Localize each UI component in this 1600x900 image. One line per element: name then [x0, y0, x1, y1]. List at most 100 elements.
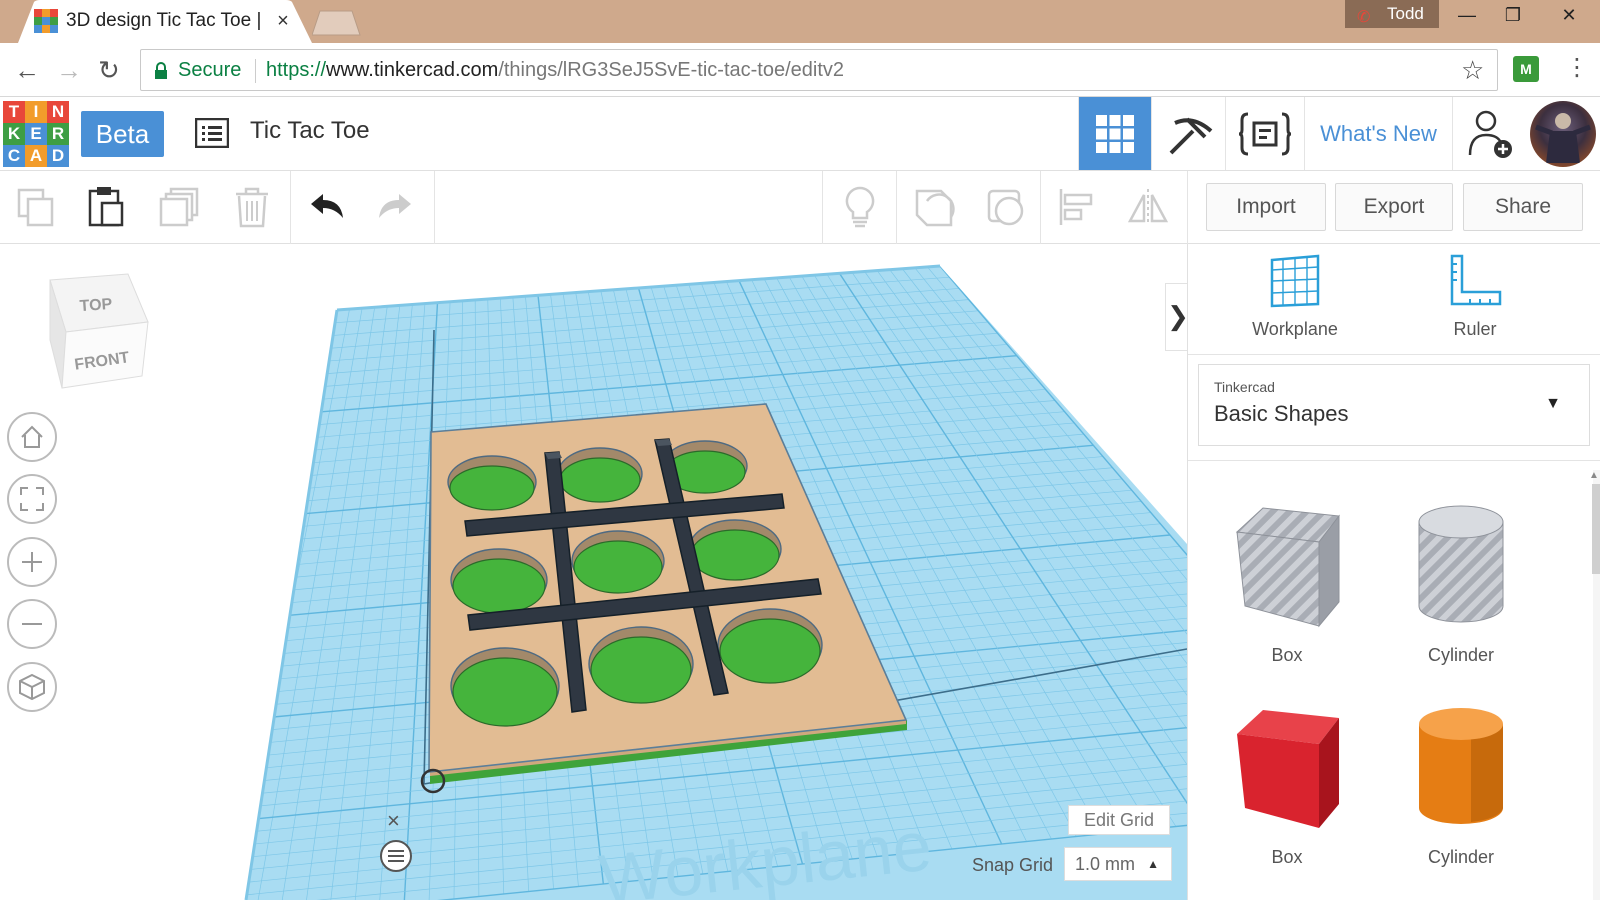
snap-grid-label: Snap Grid [972, 855, 1054, 875]
green-game-piece[interactable] [452, 657, 558, 727]
share-button[interactable]: Share [1463, 183, 1583, 231]
address-bar[interactable]: Secure https://www.tinkercad.com/things/… [140, 49, 1498, 91]
add-user-icon [1468, 110, 1512, 158]
import-button[interactable]: Import [1206, 183, 1326, 231]
snap-grid-select[interactable]: 1.0 mm ▲ [1064, 847, 1172, 881]
restore-icon[interactable]: ❐ [1490, 0, 1536, 30]
close-grid-controls-icon[interactable]: × [387, 808, 400, 834]
workplane-label: Workplane [1252, 319, 1338, 339]
mirror-icon[interactable] [1122, 181, 1174, 233]
redo-icon[interactable] [370, 181, 422, 233]
caret-up-icon: ▲ [1147, 857, 1159, 871]
toolbar-divider [1187, 171, 1188, 244]
green-game-piece[interactable] [690, 529, 780, 581]
tinkercad-logo[interactable]: TINKERCAD [3, 101, 69, 167]
solid-icon[interactable] [908, 181, 960, 233]
scroll-up-icon[interactable]: ▲ [1589, 470, 1599, 481]
url-path: /things/lRG3SeJ5SvE-tic-tac-toe/editv2 [498, 59, 845, 81]
cylinder-striped-icon [1418, 505, 1504, 623]
shape-library-select[interactable]: Tinkercad Basic Shapes ▼ [1198, 364, 1590, 446]
edit-toolbar: Import Export Share [0, 171, 1600, 244]
user-avatar[interactable] [1530, 101, 1596, 167]
panel-scroll-thumb[interactable] [1592, 484, 1600, 574]
workplane-tool[interactable]: Workplane [1235, 254, 1355, 340]
note-icon[interactable] [834, 181, 886, 233]
green-game-piece[interactable] [573, 540, 663, 594]
fit-icon [20, 487, 44, 511]
shape-label: Box [1271, 847, 1303, 867]
favicon-tile [42, 9, 50, 17]
logo-letter: N [47, 101, 69, 123]
forward-arrow-icon[interactable]: → [56, 56, 82, 84]
shape-cylinder-gray[interactable]: Cylinder [1381, 502, 1541, 666]
ruler-icon [1450, 254, 1502, 306]
toolbar-divider [822, 171, 823, 244]
favicon-tile [34, 25, 42, 33]
shape-cylinder-orange[interactable]: Cylinder [1381, 704, 1541, 868]
whats-new-link[interactable]: What's New [1304, 97, 1452, 170]
logo-letter: K [3, 123, 25, 145]
view-cube[interactable]: TOP FRONT [44, 270, 154, 396]
app-header: TINKERCAD Beta Tic Tac Toe What's New [0, 97, 1600, 171]
shape-label: Cylinder [1427, 847, 1495, 867]
view-cube-top-label: TOP [79, 296, 113, 315]
bricks-view-button[interactable] [1151, 97, 1225, 170]
box-striped-icon [1235, 507, 1340, 628]
beta-badge[interactable]: Beta [81, 111, 164, 157]
toolbar-divider [434, 171, 435, 244]
profile-name: Todd [1387, 4, 1424, 23]
design-title[interactable]: Tic Tac Toe [250, 117, 370, 145]
bookmark-star-icon[interactable]: ☆ [1461, 55, 1484, 86]
hole-icon[interactable] [980, 181, 1032, 233]
new-tab-button[interactable] [312, 10, 362, 36]
app-root: 3D design Tic Tac Toe | T × ✆ Todd — ❐ ✕… [0, 0, 1600, 900]
invite-user-button[interactable] [1452, 97, 1529, 170]
design-list-icon[interactable] [195, 118, 229, 148]
back-arrow-icon[interactable]: ← [14, 56, 40, 84]
delete-icon[interactable] [226, 181, 278, 233]
workplane-scene[interactable]: Workplane [0, 244, 1187, 900]
codeblocks-view-button[interactable] [1225, 97, 1304, 170]
ruler-tool[interactable]: Ruler [1415, 254, 1535, 340]
home-view-button[interactable] [7, 412, 57, 462]
profile-button[interactable]: ✆ Todd [1345, 0, 1439, 28]
undo-icon[interactable] [300, 181, 352, 233]
green-game-piece[interactable] [449, 465, 535, 511]
home-icon [21, 425, 43, 448]
align-icon[interactable] [1050, 181, 1102, 233]
minimize-icon[interactable]: — [1444, 0, 1490, 30]
library-category: Tinkercad [1214, 379, 1275, 395]
shapes-panel: Workplane Ruler Tinkercad Basic Shapes ▼… [1187, 244, 1600, 900]
3d-design-view-button[interactable] [1078, 97, 1151, 170]
window-close-icon[interactable]: ✕ [1542, 0, 1596, 30]
fit-view-button[interactable] [7, 474, 57, 524]
green-game-piece[interactable] [452, 558, 546, 614]
projection-toggle-button[interactable] [7, 662, 57, 712]
export-button[interactable]: Export [1335, 183, 1453, 231]
pickaxe-icon [1169, 117, 1212, 154]
paste-icon[interactable] [80, 181, 132, 233]
browser-tab[interactable]: 3D design Tic Tac Toe | T × [18, 0, 312, 43]
reload-icon[interactable]: ↻ [98, 56, 120, 84]
dropdown-caret-icon: ▼ [1545, 395, 1561, 412]
browser-menu-icon[interactable]: ⋮ [1565, 53, 1589, 83]
logo-letter: R [47, 123, 69, 145]
duplicate-icon[interactable] [154, 181, 206, 233]
shape-box-red[interactable]: Box [1207, 704, 1367, 868]
extension-icon[interactable]: M [1513, 56, 1539, 82]
green-game-piece[interactable] [719, 618, 821, 684]
url-text[interactable]: https://www.tinkercad.com/things/lRG3SeJ… [266, 59, 844, 82]
grid-menu-icon[interactable] [378, 838, 414, 874]
browser-titlebar: 3D design Tic Tac Toe | T × ✆ Todd — ❐ ✕ [0, 0, 1600, 43]
copy-icon[interactable] [10, 181, 62, 233]
shape-box-gray[interactable]: Box [1207, 502, 1367, 666]
tab-close-icon[interactable]: × [272, 9, 294, 33]
zoom-in-button[interactable] [7, 537, 57, 587]
grid-view-icon [1096, 114, 1134, 153]
zoom-out-button[interactable] [7, 599, 57, 649]
3d-viewport[interactable]: Workplane TOP FRONT × Edit Grid Snap Gri… [0, 244, 1187, 900]
library-name: Basic Shapes [1214, 401, 1349, 426]
green-game-piece[interactable] [590, 636, 692, 704]
green-game-piece[interactable] [559, 457, 641, 503]
edit-grid-button[interactable]: Edit Grid [1068, 805, 1170, 835]
